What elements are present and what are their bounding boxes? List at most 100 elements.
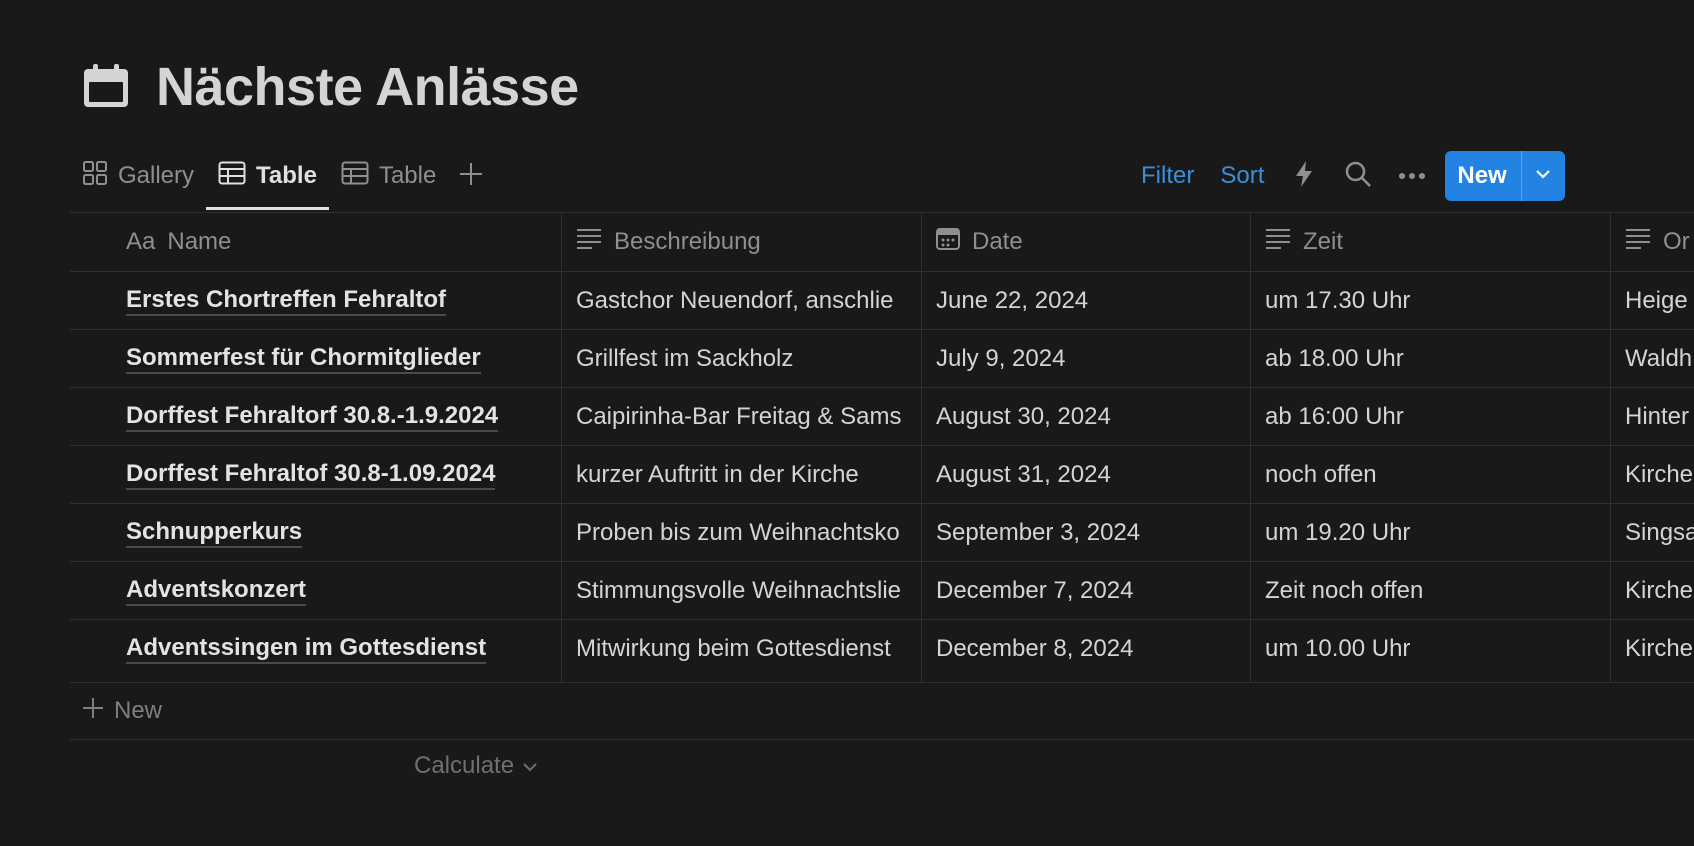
search-icon: [1344, 160, 1372, 193]
row-title-link[interactable]: Adventskonzert: [126, 576, 307, 607]
new-dropdown-button[interactable]: [1520, 151, 1565, 201]
tab-label: Table: [378, 162, 437, 189]
cell-ort[interactable]: Kirche: [1610, 446, 1694, 504]
table-row[interactable]: Adventssingen im Gottesdienst Mitwirkung…: [70, 620, 1694, 678]
gallery-grid-icon: [82, 160, 108, 193]
table-row[interactable]: Schnupperkurs Proben bis zum Weihnachtsk…: [70, 504, 1694, 562]
column-header-label: Date: [972, 228, 1023, 255]
table-row[interactable]: Erstes Chortreffen Fehraltof Gastchor Ne…: [70, 272, 1694, 330]
database-page: Nächste Anlässe Gallery Table Table Filt…: [0, 0, 1694, 846]
row-title-link[interactable]: Dorffest Fehraltorf 30.8.-1.9.2024: [126, 402, 499, 433]
calendar-property-icon: [936, 227, 960, 258]
cell-beschreibung[interactable]: Stimmungsvolle Weihnachtslie: [561, 562, 921, 620]
table-row[interactable]: Dorffest Fehraltof 30.8-1.09.2024 kurzer…: [70, 446, 1694, 504]
cell-beschreibung[interactable]: Grillfest im Sackholz: [561, 330, 921, 388]
column-header-label: Beschreibung: [614, 228, 761, 255]
cell-name[interactable]: Adventssingen im Gottesdienst: [70, 620, 561, 678]
cell-beschreibung[interactable]: Proben bis zum Weihnachtsko: [561, 504, 921, 562]
more-options-button[interactable]: [1385, 150, 1439, 202]
calendar-icon[interactable]: [80, 61, 132, 113]
column-header-label: Or: [1663, 228, 1690, 255]
cell-beschreibung[interactable]: kurzer Auftritt in der Kirche: [561, 446, 921, 504]
row-title-link[interactable]: Adventssingen im Gottesdienst: [126, 634, 487, 665]
text-property-icon: [576, 228, 602, 257]
calculate-label: Calculate: [414, 752, 515, 779]
cell-ort[interactable]: Heige: [1610, 272, 1694, 330]
cell-name[interactable]: Dorffest Fehraltof 30.8-1.09.2024: [70, 446, 561, 504]
search-button[interactable]: [1331, 150, 1385, 202]
cell-zeit[interactable]: ab 18.00 Uhr: [1250, 330, 1610, 388]
sort-button[interactable]: Sort: [1207, 162, 1277, 190]
cell-beschreibung[interactable]: Gastchor Neuendorf, anschlie: [561, 272, 921, 330]
new-button-group: New: [1445, 151, 1565, 201]
cell-date[interactable]: December 8, 2024: [921, 620, 1250, 678]
divider: [70, 739, 1694, 740]
cell-zeit[interactable]: ab 16:00 Uhr: [1250, 388, 1610, 446]
chevron-down-icon: [522, 752, 538, 780]
table-icon: [341, 161, 369, 192]
cell-ort[interactable]: Kirche: [1610, 562, 1694, 620]
page-title[interactable]: Nächste Anlässe: [156, 56, 579, 118]
row-title-link[interactable]: Schnupperkurs: [126, 518, 303, 549]
cell-name[interactable]: Sommerfest für Chormitglieder: [70, 330, 561, 388]
add-row-label: New: [114, 697, 163, 724]
text-property-icon: [1265, 228, 1291, 257]
column-header-beschreibung[interactable]: Beschreibung: [561, 213, 921, 271]
cell-zeit[interactable]: noch offen: [1250, 446, 1610, 504]
tab-gallery[interactable]: Gallery: [70, 150, 206, 202]
table-row[interactable]: Sommerfest für Chormitglieder Grillfest …: [70, 330, 1694, 388]
cell-zeit[interactable]: um 19.20 Uhr: [1250, 504, 1610, 562]
tab-label: Gallery: [118, 162, 195, 189]
cell-zeit[interactable]: Zeit noch offen: [1250, 562, 1610, 620]
more-horizontal-icon: [1398, 167, 1426, 185]
table-icon: [218, 161, 246, 192]
cell-date[interactable]: August 31, 2024: [921, 446, 1250, 504]
cell-beschreibung[interactable]: Caipirinha-Bar Freitag & Sams: [561, 388, 921, 446]
cell-ort[interactable]: Hinter: [1610, 388, 1694, 446]
cell-beschreibung[interactable]: Mitwirkung beim Gottesdienst: [561, 620, 921, 678]
add-row-button[interactable]: New: [70, 683, 162, 739]
calculate-button[interactable]: Calculate: [414, 741, 538, 791]
filter-button[interactable]: Filter: [1128, 162, 1207, 190]
add-view-button[interactable]: [448, 150, 494, 202]
view-tabs: Gallery Table Table: [70, 150, 494, 210]
cell-zeit[interactable]: um 10.00 Uhr: [1250, 620, 1610, 678]
tab-table-active[interactable]: Table: [206, 150, 329, 210]
cell-name[interactable]: Erstes Chortreffen Fehraltof: [70, 272, 561, 330]
column-header-date[interactable]: Date: [921, 213, 1250, 271]
row-title-link[interactable]: Sommerfest für Chormitglieder: [126, 344, 481, 375]
column-header-name[interactable]: Aa Name: [126, 213, 561, 271]
automation-button[interactable]: [1277, 150, 1331, 202]
lightning-icon: [1293, 160, 1315, 193]
title-property-icon: Aa: [126, 228, 156, 255]
cell-date[interactable]: July 9, 2024: [921, 330, 1250, 388]
new-button[interactable]: New: [1445, 151, 1520, 201]
cell-date[interactable]: August 30, 2024: [921, 388, 1250, 446]
column-header-label: Name: [167, 228, 232, 255]
cell-date[interactable]: June 22, 2024: [921, 272, 1250, 330]
tab-table-2[interactable]: Table: [329, 150, 448, 202]
plus-icon: [82, 697, 104, 726]
tab-label: Table: [256, 162, 317, 189]
divider: [70, 682, 1694, 683]
cell-date[interactable]: September 3, 2024: [921, 504, 1250, 562]
table-row[interactable]: Dorffest Fehraltorf 30.8.-1.9.2024 Caipi…: [70, 388, 1694, 446]
column-header-zeit[interactable]: Zeit: [1250, 213, 1610, 271]
cell-ort[interactable]: Kirche: [1610, 620, 1694, 678]
table-row[interactable]: Adventskonzert Stimmungsvolle Weihnachts…: [70, 562, 1694, 620]
view-actions: Filter Sort New: [1128, 150, 1565, 202]
plus-icon: [458, 161, 484, 192]
cell-name[interactable]: Adventskonzert: [70, 562, 561, 620]
column-header-label: Zeit: [1303, 228, 1344, 255]
column-header-ort[interactable]: Or: [1610, 213, 1694, 271]
row-title-link[interactable]: Dorffest Fehraltof 30.8-1.09.2024: [126, 460, 496, 491]
chevron-down-icon: [1534, 167, 1552, 185]
row-title-link[interactable]: Erstes Chortreffen Fehraltof: [126, 286, 447, 317]
cell-name[interactable]: Dorffest Fehraltorf 30.8.-1.9.2024: [70, 388, 561, 446]
table-header: Aa Name Beschreibung Date Zeit Or: [70, 213, 1694, 271]
cell-date[interactable]: December 7, 2024: [921, 562, 1250, 620]
cell-ort[interactable]: Singsa: [1610, 504, 1694, 562]
cell-name[interactable]: Schnupperkurs: [70, 504, 561, 562]
cell-zeit[interactable]: um 17.30 Uhr: [1250, 272, 1610, 330]
cell-ort[interactable]: Waldh: [1610, 330, 1694, 388]
